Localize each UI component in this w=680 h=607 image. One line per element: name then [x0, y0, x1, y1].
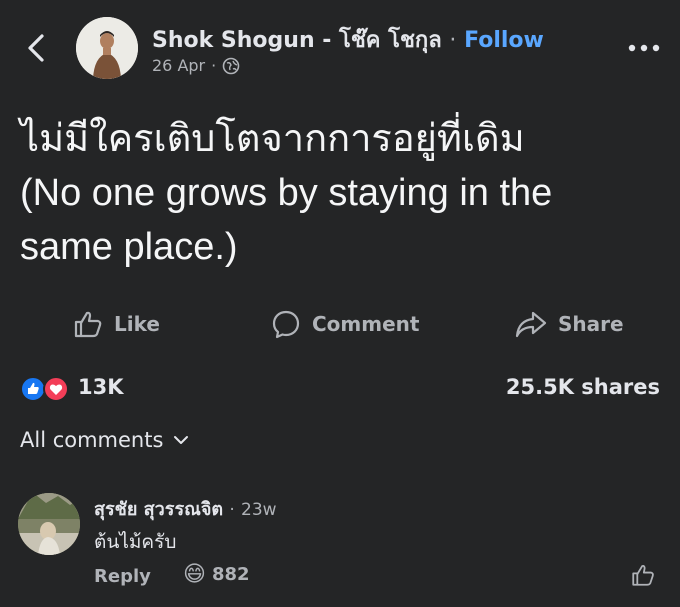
author-avatar[interactable] [76, 17, 138, 79]
comment-reactions[interactable]: 😄 882 [183, 562, 250, 587]
comment-like-icon[interactable] [630, 562, 656, 588]
follow-button[interactable]: Follow [464, 28, 544, 53]
like-button[interactable]: Like [72, 308, 160, 340]
post-header: Shok Shogun - โช๊ค โชกุล · Follow 26 Apr… [0, 0, 680, 90]
comment-reaction-count: 882 [211, 564, 250, 585]
commenter-name[interactable]: สุรชัย สุวรรณจิต [94, 499, 223, 520]
post-body: ไม่มีใครเติบโตจากการอยู่ที่เดิม (No one … [20, 112, 670, 274]
person-photo-icon [76, 17, 138, 79]
reaction-icons[interactable] [20, 376, 74, 402]
meta-separator: · [211, 56, 217, 75]
post-author-line: Shok Shogun - โช๊ค โชกุล · Follow [152, 22, 544, 57]
comment-text: ต้นไม้ครับ [94, 531, 177, 553]
comment-time: 23w [241, 500, 277, 520]
comment-button[interactable]: Comment [270, 308, 419, 340]
commenter-line: สุรชัย สุวรรณจิต · 23w [94, 494, 277, 523]
comment-label: Comment [312, 312, 420, 336]
chevron-down-icon [174, 436, 189, 444]
reaction-count[interactable]: 13K [78, 375, 124, 399]
share-label: Share [558, 312, 624, 336]
back-chevron-icon[interactable] [22, 28, 52, 68]
love-reaction-icon [43, 376, 69, 402]
author-name[interactable]: Shok Shogun - โช๊ค โชกุล [152, 28, 442, 53]
commenter-avatar[interactable] [18, 493, 80, 555]
reply-button[interactable]: Reply [94, 566, 151, 587]
comment-separator: · [229, 500, 235, 520]
post-line-english-1: (No one grows by staying in the [20, 172, 553, 214]
haha-reaction-icon: 😄 [183, 562, 206, 587]
thumbs-up-icon [74, 311, 102, 338]
post-line-english-2: same place.) [20, 226, 238, 268]
post-stats: 13K 25.5K shares [0, 368, 680, 408]
post-meta: 26 Apr · [152, 56, 240, 75]
title-separator: · [449, 28, 457, 53]
share-count[interactable]: 25.5K shares [506, 375, 660, 399]
share-button[interactable]: Share [514, 308, 624, 340]
post-action-bar: Like Comment Share [0, 300, 680, 350]
post-line-thai: ไม่มีใครเติบโตจากการอยู่ที่เดิม [20, 118, 525, 160]
globe-icon [222, 57, 240, 74]
person-photo-icon [18, 493, 80, 555]
post-date[interactable]: 26 Apr [152, 56, 205, 75]
like-reaction-icon [20, 376, 46, 402]
share-arrow-icon [515, 311, 547, 338]
comment-filter-dropdown[interactable]: All comments [20, 428, 189, 452]
comment-bubble-icon [272, 310, 300, 339]
comment-filter-label: All comments [20, 428, 164, 452]
like-label: Like [114, 312, 160, 336]
more-options-icon[interactable] [626, 40, 662, 56]
